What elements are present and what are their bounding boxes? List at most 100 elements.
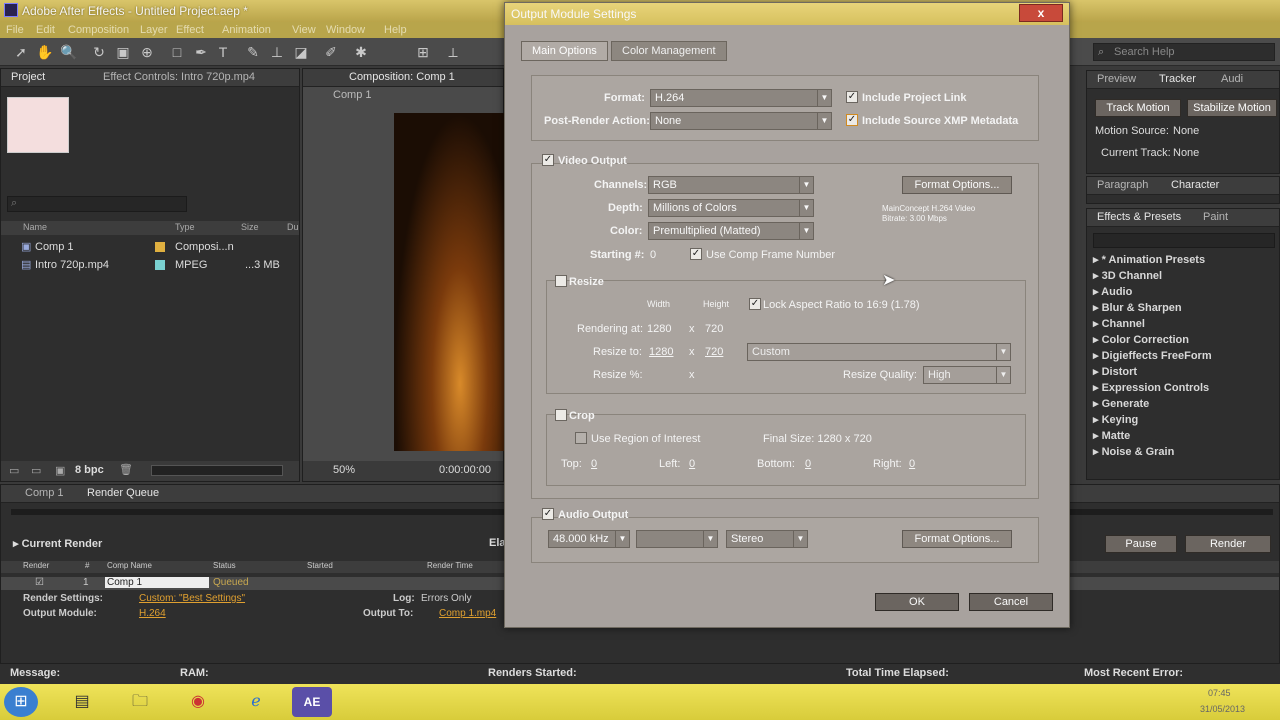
effect-category[interactable]: ▸ Noise & Grain [1093,445,1174,458]
selection-tool-icon[interactable]: ➚ [12,43,30,61]
column-duration[interactable]: Du [287,222,299,232]
zoom-level[interactable]: 50% [333,464,355,476]
resize-height-field[interactable]: 720 [705,346,723,358]
include-project-link-checkbox[interactable]: ✓ [846,91,858,103]
track-motion-button[interactable]: Track Motion [1095,99,1181,117]
internet-explorer-icon[interactable]: ℯ [236,687,276,717]
render-settings-link[interactable]: Custom: "Best Settings" [139,593,245,604]
brush-tool-icon[interactable]: ✎ [244,43,262,61]
audio-channels-select[interactable]: Stereo ▼ [726,530,808,548]
new-comp-icon[interactable]: ▣ [55,464,65,477]
motion-source-select[interactable]: None [1173,125,1199,137]
list-item[interactable]: ▣ Comp 1 Composi...n [1,239,299,255]
camera-tool-icon[interactable]: ▣ [114,43,132,61]
crop-left-field[interactable]: 0 [689,458,695,470]
post-render-select[interactable]: None ▼ [650,112,832,130]
rotate-tool-icon[interactable]: ↻ [90,43,108,61]
shape-tool-icon[interactable]: □ [168,43,186,61]
horizontal-scrollbar[interactable] [151,465,283,476]
after-effects-taskbar-icon[interactable]: AE [292,687,332,717]
audio-format-options-button[interactable]: Format Options... [902,530,1012,548]
use-comp-frame-checkbox[interactable]: ✓ [690,248,702,260]
menu-file[interactable]: File [6,24,24,36]
chrome-icon[interactable]: ◉ [178,687,218,717]
list-item[interactable]: ▤ Intro 720p.mp4 MPEG ...3 MB [1,257,299,273]
crop-bottom-field[interactable]: 0 [805,458,811,470]
clone-stamp-tool-icon[interactable]: ⊥ [268,43,286,61]
tab-composition[interactable]: Composition: Comp 1 [349,71,455,83]
stabilize-motion-button[interactable]: Stabilize Motion [1187,99,1277,117]
effects-search-input[interactable] [1093,233,1275,248]
eraser-tool-icon[interactable]: ◪ [292,43,310,61]
format-select[interactable]: H.264 ▼ [650,89,832,107]
effect-category[interactable]: ▸ Color Correction [1093,333,1189,346]
tab-effect-controls[interactable]: Effect Controls: Intro 720p.mp4 [103,71,255,83]
close-icon[interactable]: x [1019,4,1063,22]
type-tool-icon[interactable]: T [214,43,232,61]
search-help-input[interactable]: ⌕ Search Help [1093,43,1275,61]
video-format-options-button[interactable]: Format Options... [902,176,1012,194]
project-search-input[interactable]: ⌕ [7,196,187,212]
crop-checkbox[interactable] [555,409,567,421]
menu-composition[interactable]: Composition [68,24,129,36]
audio-depth-select[interactable]: ▼ [636,530,718,548]
log-select[interactable]: Errors Only [421,593,472,604]
menu-edit[interactable]: Edit [36,24,55,36]
tab-character[interactable]: Character [1171,179,1219,191]
color-select[interactable]: Premultiplied (Matted) ▼ [648,222,814,240]
menu-effect[interactable]: Effect [176,24,204,36]
starting-number-value[interactable]: 0 [650,249,656,261]
crop-top-field[interactable]: 0 [591,458,597,470]
pan-behind-tool-icon[interactable]: ⊕ [138,43,156,61]
render-checkbox[interactable]: ☑ [35,577,44,588]
current-track-select[interactable]: None [1173,147,1199,159]
resize-width-field[interactable]: 1280 [649,346,673,358]
effect-category[interactable]: ▸ Distort [1093,365,1137,378]
tab-paint[interactable]: Paint [1203,211,1228,223]
column-name[interactable]: Name [23,222,47,232]
tab-color-management[interactable]: Color Management [611,41,727,61]
puppet-tool-icon[interactable]: ✱ [352,43,370,61]
comp-breadcrumb[interactable]: Comp 1 [333,89,372,101]
effect-category[interactable]: ▸ Digieffects FreeForm [1093,349,1212,362]
include-xmp-checkbox[interactable]: ✓ [846,114,858,126]
pen-tool-icon[interactable]: ✒ [192,43,210,61]
resize-preset-select[interactable]: Custom ▼ [747,343,1011,361]
effect-category[interactable]: ▸ Keying [1093,413,1138,426]
tab-project[interactable]: Project [11,71,45,83]
column-type[interactable]: Type [175,222,195,232]
column-size[interactable]: Size [241,222,259,232]
tab-effects-presets[interactable]: Effects & Presets [1097,211,1181,223]
snap-icon[interactable]: ⊞ [414,43,432,61]
effect-category[interactable]: ▸ * Animation Presets [1093,253,1205,266]
audio-output-checkbox[interactable]: ✓ [542,508,554,520]
output-to-link[interactable]: Comp 1.mp4 [439,608,496,619]
effect-category[interactable]: ▸ Expression Controls [1093,381,1209,394]
folder-icon[interactable]: 🗀 [120,687,160,717]
tab-audio[interactable]: Audi [1221,73,1243,85]
interpret-footage-icon[interactable]: ▭ [9,464,19,477]
depth-select[interactable]: Millions of Colors ▼ [648,199,814,217]
menu-window[interactable]: Window [326,24,365,36]
effect-category[interactable]: ▸ Audio [1093,285,1132,298]
resize-quality-select[interactable]: High ▼ [923,366,1011,384]
bpc-label[interactable]: 8 bpc [75,464,104,476]
tab-preview[interactable]: Preview [1097,73,1136,85]
start-button-icon[interactable]: ⊞ [4,687,38,717]
menu-layer[interactable]: Layer [140,24,168,36]
channels-select[interactable]: RGB ▼ [648,176,814,194]
effect-category[interactable]: ▸ Generate [1093,397,1149,410]
lock-aspect-checkbox[interactable]: ✓ [749,298,761,310]
output-module-link[interactable]: H.264 [139,608,166,619]
file-explorer-icon[interactable]: ▤ [62,687,102,717]
trash-icon[interactable]: 🗑 [119,463,133,476]
zoom-tool-icon[interactable]: 🔍 [60,43,78,61]
effect-category[interactable]: ▸ 3D Channel [1093,269,1162,282]
timecode[interactable]: 0:00:00:00 [439,464,491,476]
audio-rate-select[interactable]: 48.000 kHz ▼ [548,530,630,548]
menu-view[interactable]: View [292,24,316,36]
new-folder-icon[interactable]: ▭ [31,464,41,477]
crop-right-field[interactable]: 0 [909,458,915,470]
pause-button[interactable]: Pause [1105,535,1177,553]
tab-tracker[interactable]: Tracker [1159,73,1196,85]
